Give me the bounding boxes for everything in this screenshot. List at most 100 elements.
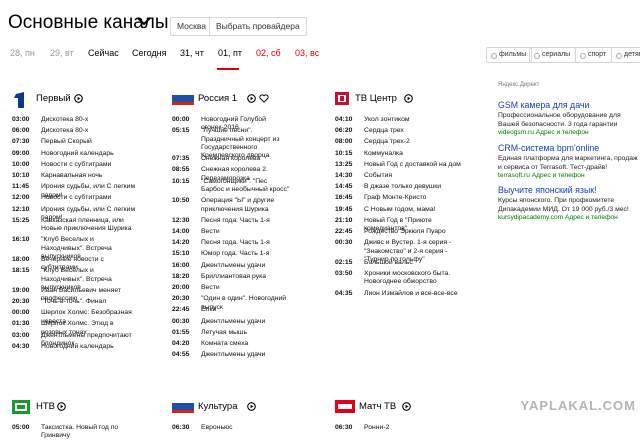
program-row[interactable]: 14:00 Вести bbox=[172, 228, 290, 236]
program-time: 15:25 bbox=[12, 216, 30, 224]
day-tab[interactable]: 31, чт bbox=[180, 48, 204, 58]
program-row[interactable]: 07:35 Снежная королева bbox=[172, 155, 290, 163]
program-row[interactable]: 05:00 Таксистка. Новый год по Гринвичу bbox=[12, 424, 137, 439]
program-row[interactable]: 11:45 Ирония судьбы, или С легким паром! bbox=[12, 183, 137, 198]
day-tab[interactable]: 03, вс bbox=[295, 48, 319, 58]
program-row[interactable]: 05:15 "Лучшие песни". Праздничный концерт… bbox=[172, 127, 290, 159]
program-row[interactable]: 14:30 События bbox=[335, 172, 470, 180]
program-row[interactable]: 20:30 "Один в один". Новогодний выпуск bbox=[172, 295, 290, 310]
program-row[interactable]: 10:00 Новости с субтитрами bbox=[12, 161, 137, 169]
program-row[interactable]: 04:30 Новогодний календарь bbox=[12, 343, 137, 351]
program-row[interactable]: 14:45 В джазе только девушки bbox=[335, 183, 470, 191]
program-row[interactable]: 00:30 Дживс и Вустер. 1-я серия - "Знаком… bbox=[335, 239, 470, 263]
program-row[interactable]: 13:25 Новый Год с доставкой на дом bbox=[335, 161, 470, 169]
play-circle-icon[interactable] bbox=[73, 94, 83, 103]
program-row[interactable]: 12:00 Новости с субтитрами bbox=[12, 194, 137, 202]
program-row[interactable]: 00:30 Джентльмены удачи bbox=[172, 318, 290, 326]
play-circle-icon[interactable] bbox=[246, 402, 256, 411]
program-row[interactable]: 00:00 Новогодний Голубой огонек-2016 bbox=[172, 116, 290, 131]
program-row[interactable]: 16:10 "Клуб Веселых и Находчивых". Встреч… bbox=[12, 236, 137, 260]
program-row[interactable]: 03:00 Джентльмены предпочитают блондинок bbox=[12, 332, 137, 347]
program-row[interactable]: 16:00 Джентльмены удачи bbox=[172, 262, 290, 270]
ad-title[interactable]: GSM камера для дачи bbox=[498, 100, 589, 110]
program-row[interactable]: 10:15 Коммуналка bbox=[335, 150, 470, 158]
program-row[interactable]: 10:50 Операция "Ы" и другие приключения Ш… bbox=[172, 197, 290, 214]
play-circle-icon[interactable] bbox=[402, 402, 412, 411]
filter-1[interactable]: сериалы bbox=[529, 47, 577, 63]
day-tab[interactable]: Сегодня bbox=[132, 48, 167, 58]
program-row[interactable]: 20:00 Вести bbox=[172, 284, 290, 292]
channel-name[interactable]: ТВ Центр bbox=[355, 93, 397, 104]
play-circle-icon[interactable] bbox=[246, 94, 256, 103]
program-title: Вести bbox=[201, 228, 220, 235]
channel-name[interactable]: Россия 1 bbox=[198, 93, 237, 104]
program-row[interactable]: 04:20 Комната смеха bbox=[172, 340, 290, 348]
channel-name[interactable]: НТВ bbox=[36, 401, 55, 412]
filter-0[interactable]: фильмы bbox=[486, 47, 533, 63]
program-row[interactable]: 19:00 Иван Васильевич меняет профессию bbox=[12, 287, 137, 302]
provider-button[interactable]: Выбрать провайдера bbox=[209, 17, 307, 36]
program-row[interactable]: 10:15 "Самогонщики". "Пес Барбос и необыч… bbox=[172, 178, 290, 195]
region-button[interactable]: Москва bbox=[170, 17, 214, 36]
heart-icon[interactable] bbox=[259, 94, 269, 103]
play-circle-icon[interactable] bbox=[56, 402, 66, 411]
program-row[interactable]: 06:00 Дискотека 80-х bbox=[12, 127, 137, 135]
ad-contact-link[interactable]: Адрес и телефон bbox=[536, 129, 589, 136]
program-row[interactable]: 09:00 Новогодний календарь bbox=[12, 150, 137, 158]
program-row[interactable]: 18:00 Вечерние новости с субтитрами bbox=[12, 256, 137, 271]
program-row[interactable]: 15:10 Юмор года. Часть 1-я bbox=[172, 250, 290, 258]
program-row[interactable]: 06:20 Сердца трех bbox=[335, 127, 470, 135]
day-tab[interactable]: Сейчас bbox=[88, 48, 119, 58]
program-row[interactable]: 12:30 Песня года. Часть 1-я bbox=[172, 217, 290, 225]
program-row[interactable]: 00:00 Шерлок Холмс: Безобразная невеста bbox=[12, 309, 137, 324]
play-circle-icon[interactable] bbox=[403, 94, 413, 103]
ad-contact-link[interactable]: Адрес и телефон bbox=[565, 214, 618, 221]
channel-name[interactable]: Первый bbox=[36, 93, 71, 104]
program-row[interactable]: 04:55 Джентльмены удачи bbox=[172, 351, 290, 359]
channel-name[interactable]: Культура bbox=[198, 401, 238, 412]
channel-column: НТВ 05:00 Таксистка. Новый год по Гринвичу bbox=[12, 400, 137, 439]
ad-url[interactable]: terrasoft.ru bbox=[498, 172, 530, 179]
program-row[interactable]: 04:35 Лион Измайлов и все-все-все bbox=[335, 290, 470, 298]
program-time: 02:15 bbox=[335, 258, 353, 266]
program-row[interactable]: 03:00 Дискотека 80-х bbox=[12, 116, 137, 124]
program-row[interactable]: 08:55 Снежная королева 2. Перезаморозка bbox=[172, 166, 290, 181]
filter-3[interactable]: детям bbox=[611, 47, 640, 63]
program-row[interactable]: 20:30 "Точь-в-точь". Финал bbox=[12, 298, 137, 306]
day-tab[interactable]: 02, сб bbox=[256, 48, 281, 58]
program-row[interactable]: 14:20 Песня года. Часть 1-я bbox=[172, 239, 290, 247]
program-row[interactable]: 22:45 Елки bbox=[172, 306, 290, 314]
program-row[interactable]: 18:15 "Клуб Веселых и Находчивых". Встреч… bbox=[12, 267, 137, 291]
program-row[interactable]: 04:10 Укол зонтиком bbox=[335, 116, 470, 124]
channel-name[interactable]: Матч ТВ bbox=[359, 401, 396, 412]
ad-contact-link[interactable]: Адрес и телефон bbox=[532, 172, 585, 179]
program-row[interactable]: 08:00 Сердца трех-2 bbox=[335, 138, 470, 146]
program-row[interactable]: 18:20 Бриллиантовая рука bbox=[172, 273, 290, 281]
ad-url[interactable]: videogsm.ru bbox=[498, 129, 534, 136]
program-title: Укол зонтиком bbox=[364, 116, 410, 123]
program-row[interactable]: 06:30 Евроньюс bbox=[172, 424, 290, 432]
ad-title[interactable]: Выучите японский язык! bbox=[498, 185, 597, 195]
program-row[interactable]: 07:30 Первый Скорый bbox=[12, 138, 137, 146]
chevron-down-icon[interactable] bbox=[137, 16, 151, 26]
program-row[interactable]: 21:10 Новый Год в "Приюте комедиантов" bbox=[335, 217, 470, 232]
program-row[interactable]: 22:45 Рождество Эркюля Пуаро bbox=[335, 228, 470, 236]
ad-title[interactable]: CRM-система bpm'online bbox=[498, 143, 599, 153]
ads-label[interactable]: Яндекс.Директ bbox=[498, 82, 539, 88]
program-time: 18:00 bbox=[12, 256, 30, 263]
ad-url[interactable]: kursydipacademy.com bbox=[498, 214, 563, 221]
program-row[interactable]: 15:25 Кавказская пленница, или Новые прик… bbox=[12, 217, 137, 234]
program-row[interactable]: 06:30 Ронни-2 bbox=[335, 424, 470, 432]
program-row[interactable]: 19:45 С Новым годом, мама! bbox=[335, 206, 470, 214]
program-row[interactable]: 10:10 Карнавальная ночь bbox=[12, 172, 137, 180]
day-tab[interactable]: 29, вт bbox=[50, 48, 74, 58]
program-row[interactable]: 02:15 Большой вальс bbox=[335, 259, 470, 267]
program-row[interactable]: 01:30 Шерлок Холмс. Этюд в розовых тонах bbox=[12, 320, 137, 335]
day-tab[interactable]: 01, пт bbox=[218, 48, 242, 58]
filter-2[interactable]: спорт bbox=[575, 47, 613, 63]
program-row[interactable]: 16:45 Граф Монте-Кристо bbox=[335, 194, 470, 202]
program-row[interactable]: 03:50 Хроники московского быта. Новогодне… bbox=[335, 270, 470, 287]
program-row[interactable]: 12:10 Ирония судьбы, или С легким паром! bbox=[12, 206, 137, 221]
day-tab[interactable]: 28, пн bbox=[10, 48, 35, 58]
program-row[interactable]: 01:55 Летучая мышь bbox=[172, 329, 290, 337]
